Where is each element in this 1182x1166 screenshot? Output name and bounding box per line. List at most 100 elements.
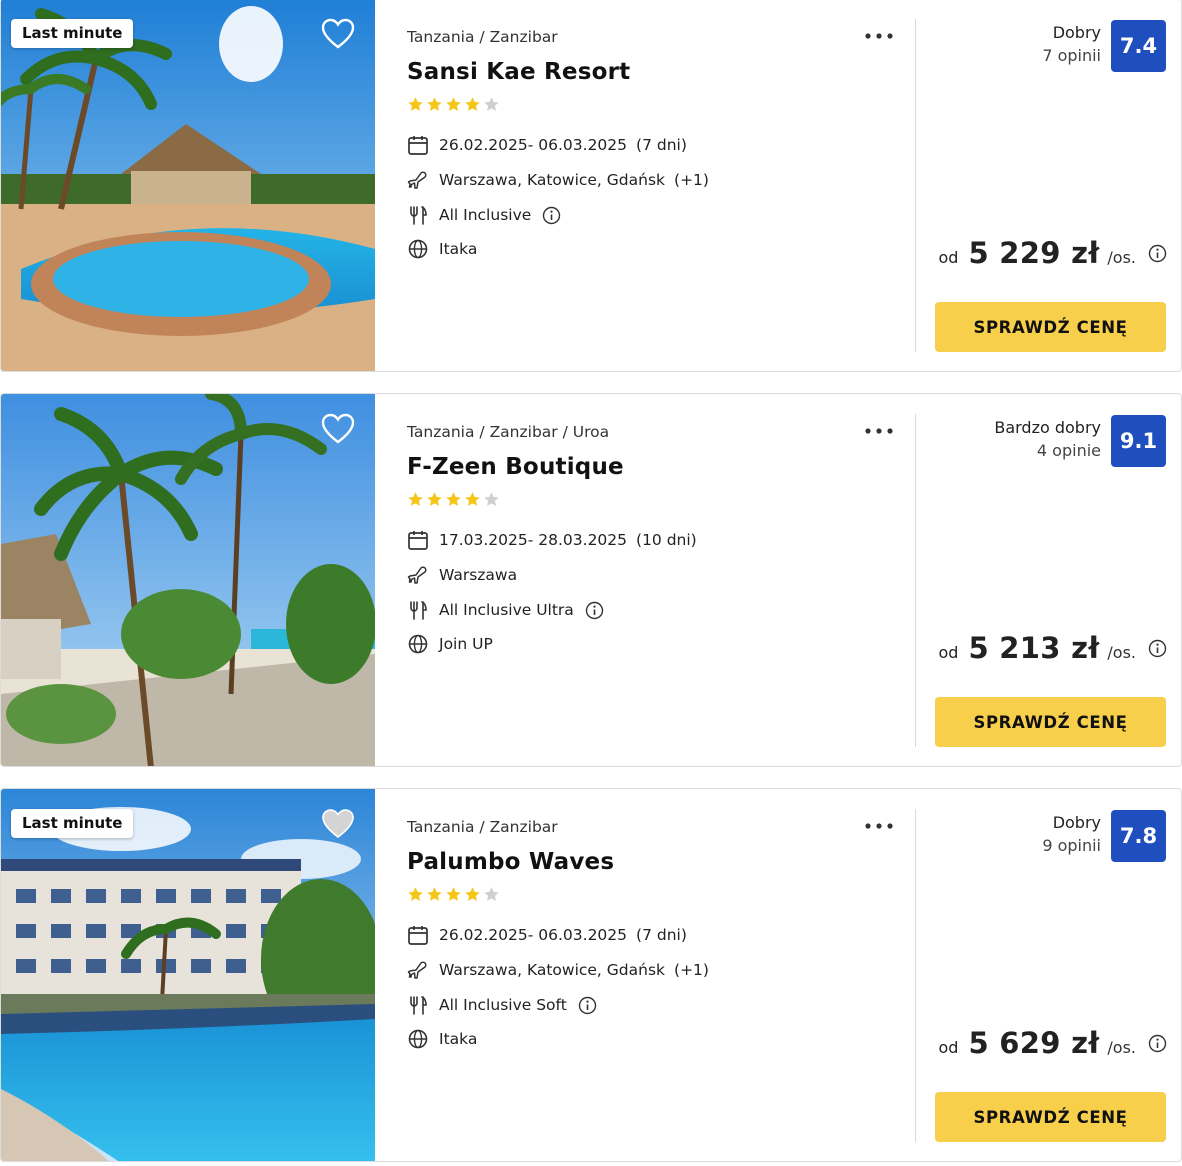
star-icon [427,492,442,506]
rating-score-badge[interactable]: 7.4 [1111,20,1166,72]
board-row: All Inclusive Soft [407,993,597,1017]
more-dots-icon[interactable] [863,27,895,45]
price-prefix: od [938,248,959,267]
offer-card[interactable]: Tanzania / Zanzibar / Uroa F-Zeen Boutiq… [0,393,1182,767]
info-icon[interactable] [585,601,604,620]
star-icon [427,97,442,111]
departures-row: Warszawa, Katowice, Gdańsk (+1) [407,168,709,192]
rating-score-badge[interactable]: 9.1 [1111,415,1166,467]
rating-label: Bardzo dobry [994,418,1101,437]
cutlery-icon [407,994,429,1016]
offer-list: Last minute Tanzania / Zanzibar Sansi Ka… [0,0,1182,1166]
star-rating [407,96,500,113]
trip-duration: (7 dni) [636,136,687,154]
travel-dates: 26.02.2025- 06.03.2025 [439,926,628,944]
operator-row: Itaka [407,1027,477,1051]
calendar-icon [407,924,429,946]
tour-operator: Itaka [439,1030,478,1048]
dates-row: 17.03.2025- 28.03.2025 (10 dni) [407,528,697,552]
info-icon[interactable] [1148,244,1167,263]
offer-card[interactable]: Last minute Tanzania / Zanzibar Sansi Ka… [0,0,1182,372]
review-count[interactable]: 7 opinii [1042,44,1101,68]
location-breadcrumb[interactable]: Tanzania / Zanzibar [407,818,558,836]
price-amount: 5 629 zł [968,1026,1100,1060]
check-price-button[interactable]: SPRAWDŹ CENĘ [935,697,1166,747]
price-panel: Dobry 9 opinii 7.8 od 5 629 zł /os. SPRA… [916,789,1181,1161]
hotel-photo[interactable] [1,394,375,766]
board-type: All Inclusive Soft [439,996,567,1014]
globe-icon [407,633,429,655]
price-suffix: /os. [1107,248,1136,267]
hotel-name[interactable]: Palumbo Waves [407,849,614,875]
hotel-photo[interactable]: Last minute [1,789,375,1161]
offer-info: Tanzania / Zanzibar Palumbo Waves 26.02.… [407,789,907,1161]
trip-duration: (10 dni) [636,531,697,549]
price-panel: Dobry 7 opinii 7.4 od 5 229 zł /os. SPRA… [916,0,1181,371]
plane-icon [407,959,429,981]
offer-info: Tanzania / Zanzibar / Uroa F-Zeen Boutiq… [407,394,907,766]
board-row: All Inclusive [407,203,561,227]
price-suffix: /os. [1107,1038,1136,1057]
location-breadcrumb[interactable]: Tanzania / Zanzibar [407,28,558,46]
plane-icon [407,169,429,191]
last-minute-badge: Last minute [11,809,134,838]
departure-airports: Warszawa, Katowice, Gdańsk [439,171,666,189]
star-icon [446,887,461,901]
review-count[interactable]: 4 opinie [994,439,1101,463]
trip-duration: (7 dni) [636,926,687,944]
heart-icon[interactable] [320,807,356,841]
price-amount: 5 229 zł [968,236,1100,270]
rating-summary[interactable]: Dobry 7 opinii [1042,22,1101,68]
star-icon [427,887,442,901]
hotel-name[interactable]: Sansi Kae Resort [407,59,630,85]
star-icon [465,887,480,901]
rating-label: Dobry [1052,813,1101,832]
info-icon[interactable] [1148,639,1167,658]
board-type: All Inclusive Ultra [439,601,574,619]
rating-summary[interactable]: Bardzo dobry 4 opinie [994,417,1101,463]
star-icon [446,97,461,111]
operator-row: Join UP [407,632,493,656]
heart-icon[interactable] [320,17,356,51]
review-count[interactable]: 9 opinii [1042,834,1101,858]
dates-row: 26.02.2025- 06.03.2025 (7 dni) [407,133,687,157]
offer-info: Tanzania / Zanzibar Sansi Kae Resort 26.… [407,0,907,371]
price: od 5 213 zł /os. [938,631,1167,665]
star-icon [408,492,423,506]
plane-icon [407,564,429,586]
departures-more[interactable]: (+1) [674,961,709,979]
more-dots-icon[interactable] [863,817,895,835]
price-prefix: od [938,1038,959,1057]
rating-label: Dobry [1052,23,1101,42]
star-icon [484,887,499,901]
heart-icon[interactable] [320,412,356,446]
offer-card[interactable]: Last minute Tanzania / Zanzibar Palumbo … [0,788,1182,1162]
travel-dates: 26.02.2025- 06.03.2025 [439,136,628,154]
cutlery-icon [407,599,429,621]
star-icon [446,492,461,506]
departures-more[interactable]: (+1) [674,171,709,189]
location-breadcrumb[interactable]: Tanzania / Zanzibar / Uroa [407,423,609,441]
star-rating [407,886,500,903]
star-icon [408,887,423,901]
more-dots-icon[interactable] [863,422,895,440]
travel-dates: 17.03.2025- 28.03.2025 [439,531,628,549]
board-row: All Inclusive Ultra [407,598,604,622]
board-type: All Inclusive [439,206,532,224]
rating-summary[interactable]: Dobry 9 opinii [1042,812,1101,858]
info-icon[interactable] [578,996,597,1015]
star-icon [465,492,480,506]
hotel-name[interactable]: F-Zeen Boutique [407,454,624,480]
star-icon [484,97,499,111]
price-prefix: od [938,643,959,662]
hotel-photo[interactable]: Last minute [1,0,375,371]
price-suffix: /os. [1107,643,1136,662]
last-minute-badge: Last minute [11,19,134,48]
rating-score-badge[interactable]: 7.8 [1111,810,1166,862]
info-icon[interactable] [1148,1034,1167,1053]
info-icon[interactable] [542,206,561,225]
check-price-button[interactable]: SPRAWDŹ CENĘ [935,1092,1166,1142]
price-amount: 5 213 zł [968,631,1100,665]
star-icon [408,97,423,111]
check-price-button[interactable]: SPRAWDŹ CENĘ [935,302,1166,352]
